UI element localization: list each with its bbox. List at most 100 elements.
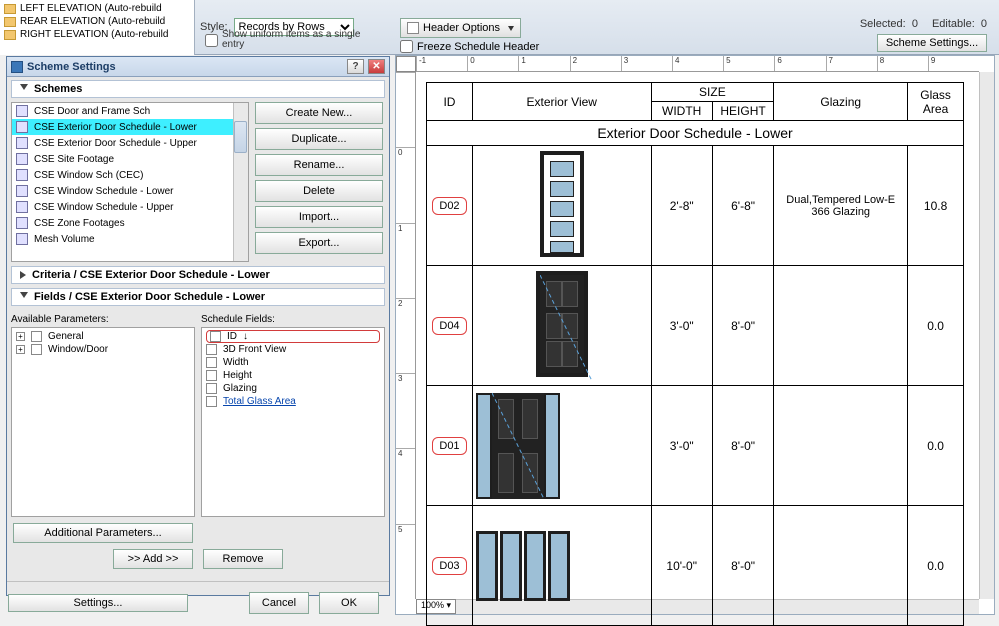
field-type-icon [206, 383, 217, 394]
expand-icon[interactable]: + [16, 332, 25, 341]
scheme-icon [16, 105, 28, 117]
scheme-icon [16, 121, 28, 133]
schedule-field[interactable]: Total Glass Area [206, 395, 380, 408]
schemes-section-header[interactable]: Schemes [11, 80, 385, 98]
scheme-icon [16, 233, 28, 245]
scheme-item[interactable]: CSE Exterior Door Schedule - Lower [12, 119, 248, 135]
schedule-row: D01 3'-0" 8'-0" 0.0 [427, 386, 964, 506]
scheme-item[interactable]: CSE Window Schedule - Upper [12, 199, 248, 215]
door-glass-area: 10.8 [908, 146, 964, 266]
folder-icon [4, 4, 16, 14]
cancel-button[interactable]: Cancel [249, 592, 309, 614]
schedule-field[interactable]: Height [206, 369, 380, 382]
door-height: 8'-0" [712, 506, 773, 626]
schedule-field[interactable]: ID ↓ [206, 330, 380, 343]
scheme-icon [16, 185, 28, 197]
rename-button[interactable]: Rename... [255, 154, 383, 176]
delete-button[interactable]: Delete [255, 180, 383, 202]
door-glazing [774, 386, 908, 506]
chevron-right-icon [20, 271, 26, 279]
scheme-icon [16, 153, 28, 165]
help-button[interactable]: ? [347, 59, 364, 74]
app-icon [11, 61, 23, 73]
door-glazing: Dual,Tempered Low-E 366 Glazing [774, 146, 908, 266]
selected-count: 0 [912, 18, 918, 30]
duplicate-button[interactable]: Duplicate... [255, 128, 383, 150]
door-glazing [774, 266, 908, 386]
uniform-items-checkbox[interactable] [205, 31, 218, 50]
chevron-down-icon [508, 26, 514, 31]
door-width: 3'-0" [651, 266, 712, 386]
schedule-viewport: -10123456789 012345 100% ▾ Exterior Door… [395, 55, 995, 615]
door-width: 2'-8" [651, 146, 712, 266]
schedule-field[interactable]: Glazing [206, 382, 380, 395]
export-button[interactable]: Export... [255, 232, 383, 254]
available-parameters-label: Available Parameters: [11, 314, 195, 325]
scheme-item[interactable]: CSE Door and Frame Sch [12, 103, 248, 119]
door-height: 8'-0" [712, 386, 773, 506]
door-id: D04 [432, 317, 466, 335]
available-parameters-list[interactable]: +General+Window/Door [11, 327, 195, 517]
project-browser-tree[interactable]: LEFT ELEVATION (Auto-rebuild REAR ELEVAT… [0, 0, 195, 55]
ok-button[interactable]: OK [319, 592, 379, 614]
criteria-section-header[interactable]: Criteria / CSE Exterior Door Schedule - … [11, 266, 385, 284]
door-glass-area: 0.0 [908, 386, 964, 506]
additional-parameters-button[interactable]: Additional Parameters... [13, 523, 193, 543]
scheme-icon [16, 201, 28, 213]
settings-button[interactable]: Settings... [8, 594, 188, 612]
scheme-icon [16, 217, 28, 229]
dialog-titlebar[interactable]: Scheme Settings ? ✕ [7, 57, 389, 77]
schedule-field[interactable]: 3D Front View [206, 343, 380, 356]
door-exterior-view [472, 146, 651, 266]
field-type-icon [206, 344, 217, 355]
tree-item[interactable]: REAR ELEVATION (Auto-rebuild [20, 16, 165, 27]
remove-field-button[interactable]: Remove [203, 549, 283, 569]
header-options-button[interactable]: Header Options [400, 18, 521, 38]
schedule-fields-list[interactable]: ID ↓3D Front ViewWidthHeightGlazingTotal… [201, 327, 385, 517]
tree-item[interactable]: RIGHT ELEVATION (Auto-rebuild [20, 29, 168, 40]
header-options-icon [407, 22, 419, 34]
col-glass-area: Glass Area [908, 83, 964, 121]
scheme-list[interactable]: CSE Door and Frame SchCSE Exterior Door … [11, 102, 249, 262]
import-button[interactable]: Import... [255, 206, 383, 228]
fields-section-header[interactable]: Fields / CSE Exterior Door Schedule - Lo… [11, 288, 385, 306]
expand-icon[interactable]: + [16, 345, 25, 354]
field-type-icon [206, 396, 217, 407]
schedule-field[interactable]: Width [206, 356, 380, 369]
available-param[interactable]: +General [16, 330, 190, 343]
scheme-icon [16, 137, 28, 149]
scheme-item[interactable]: CSE Window Sch (CEC) [12, 167, 248, 183]
door-exterior-view [472, 506, 651, 626]
scheme-item[interactable]: CSE Exterior Door Schedule - Upper [12, 135, 248, 151]
door-height: 8'-0" [712, 266, 773, 386]
col-size: SIZE [651, 83, 774, 102]
scheme-item[interactable]: CSE Site Footage [12, 151, 248, 167]
door-glazing [774, 506, 908, 626]
scheme-item[interactable]: CSE Zone Footages [12, 215, 248, 231]
ruler-corner [396, 56, 416, 72]
scheme-item[interactable]: CSE Window Schedule - Lower [12, 183, 248, 199]
scheme-item[interactable]: Mesh Volume [12, 231, 248, 247]
door-exterior-view [472, 386, 651, 506]
editable-count: 0 [981, 18, 987, 30]
col-width: WIDTH [651, 102, 712, 121]
schedule-title: Exterior Door Schedule - Lower [427, 121, 964, 146]
create-new-button[interactable]: Create New... [255, 102, 383, 124]
freeze-header-checkbox[interactable] [400, 40, 413, 53]
available-param[interactable]: +Window/Door [16, 343, 190, 356]
add-field-button[interactable]: >> Add >> [113, 549, 193, 569]
folder-icon [4, 17, 16, 27]
col-view: Exterior View [472, 83, 651, 121]
scrollbar-vertical[interactable] [979, 72, 994, 599]
door-id: D01 [432, 437, 466, 455]
group-icon [31, 344, 42, 355]
tree-item[interactable]: LEFT ELEVATION (Auto-rebuild [20, 3, 162, 14]
scrollbar[interactable] [233, 103, 248, 261]
scheme-settings-dialog: Scheme Settings ? ✕ Schemes CSE Door and… [6, 56, 390, 596]
ruler-vertical: 012345 [396, 72, 416, 599]
open-scheme-settings-button[interactable]: Scheme Settings... [877, 34, 987, 52]
field-type-icon [206, 370, 217, 381]
door-id: D02 [432, 197, 466, 215]
sort-down-icon: ↓ [243, 331, 248, 342]
close-button[interactable]: ✕ [368, 59, 385, 74]
